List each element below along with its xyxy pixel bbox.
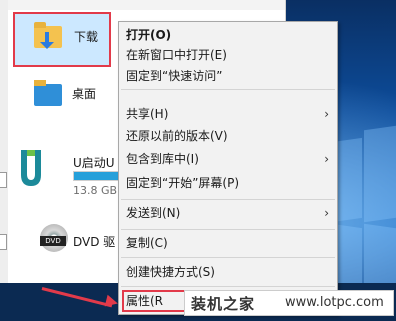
- watermark: 装机之家 www.lotpc.com: [184, 290, 394, 316]
- usb-drive-icon: [21, 150, 41, 186]
- menu-item-label: 固定到“开始”屏幕(P): [126, 176, 240, 190]
- menu-item-label: 固定到“快速访问”: [126, 69, 223, 83]
- menu-item-label: 复制(C): [126, 236, 168, 250]
- menu-item-open[interactable]: 打开(O): [119, 25, 337, 45]
- menu-item-pin-quick-access[interactable]: 固定到“快速访问”: [119, 66, 337, 86]
- menu-separator: [121, 286, 335, 287]
- dvd-drive-label[interactable]: DVD 驱: [73, 233, 115, 250]
- menu-item-pin-start[interactable]: 固定到“开始”屏幕(P): [119, 173, 337, 193]
- menu-separator: [121, 229, 335, 230]
- menu-item-label: 还原以前的版本(V): [126, 129, 228, 143]
- chevron-right-icon: ›: [324, 152, 329, 166]
- watermark-brand: 装机之家: [191, 295, 256, 313]
- chevron-right-icon: ›: [324, 107, 329, 121]
- download-arrow-icon: [40, 32, 54, 49]
- menu-item-create-shortcut[interactable]: 创建快捷方式(S): [119, 262, 337, 282]
- chevron-right-icon: ›: [324, 206, 329, 220]
- menu-item-include-library[interactable]: 包含到库中(I) ›: [119, 149, 337, 169]
- menu-item-label: 在新窗口中打开(E): [126, 48, 227, 62]
- window-top-band: [0, 0, 285, 10]
- watermark-url: www.lotpc.com: [285, 295, 384, 310]
- desktop-folder-icon: [34, 80, 62, 106]
- menu-separator: [121, 257, 335, 258]
- menu-item-send-to[interactable]: 发送到(N) ›: [119, 203, 337, 223]
- menu-item-label: 发送到(N): [126, 206, 181, 220]
- dvd-badge: DVD: [40, 236, 66, 246]
- context-menu: 打开(O) 在新窗口中打开(E) 固定到“快速访问” 共享(H) › 还原以前的版…: [118, 21, 338, 315]
- menu-item-label: 创建快捷方式(S): [126, 265, 215, 279]
- desktop-label[interactable]: 桌面: [72, 85, 96, 102]
- menu-item-open-new-window[interactable]: 在新窗口中打开(E): [119, 45, 337, 65]
- usb-drive-size: 13.8 GB: [73, 184, 118, 197]
- windows-logo-pane: [364, 125, 396, 223]
- downloads-label: 下载: [74, 30, 99, 44]
- menu-item-restore-versions[interactable]: 还原以前的版本(V): [119, 126, 337, 146]
- nav-pane-edge: [0, 172, 7, 188]
- menu-item-label: 包含到库中(I): [126, 152, 199, 166]
- menu-separator: [121, 199, 335, 200]
- menu-item-share[interactable]: 共享(H) ›: [119, 104, 337, 124]
- nav-pane-edge: [0, 234, 7, 250]
- usb-drive-label[interactable]: U启动U: [73, 154, 115, 171]
- menu-item-label: 共享(H): [126, 107, 169, 121]
- menu-separator: [121, 89, 335, 90]
- menu-item-copy[interactable]: 复制(C): [119, 233, 337, 253]
- menu-item-label: 打开(O): [126, 28, 172, 42]
